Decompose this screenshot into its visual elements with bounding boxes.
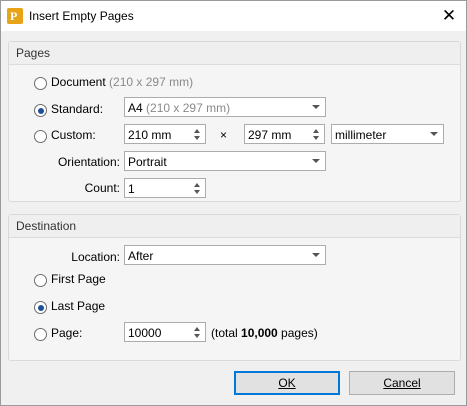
unit-dropdown[interactable]: millimeter [331,124,444,144]
pages-panel: Pages Document (210 x 297 mm) Standard: … [8,41,461,202]
last-page-label[interactable]: Last Page [51,299,105,313]
pages-heading: Pages [9,42,460,65]
custom-width-stepper[interactable]: 210 mm [124,124,206,144]
page-radio[interactable] [34,328,47,341]
page-label[interactable]: Page: [51,326,82,340]
count-value: 1 [128,182,135,196]
first-page-radio[interactable] [34,274,47,287]
chevron-down-icon [312,105,320,109]
standard-size-hint: (210 x 297 mm) [146,101,231,115]
chevron-down-icon [312,253,320,257]
location-label: Location: [71,250,120,264]
chevron-down-icon [312,159,320,163]
standard-size-dropdown[interactable]: A4 (210 x 297 mm) [124,97,326,117]
standard-label[interactable]: Standard: [51,102,103,116]
spin-up-icon[interactable] [313,129,319,133]
custom-radio[interactable] [34,130,47,143]
document-option[interactable]: Document (210 x 297 mm) [51,75,193,89]
spin-up-icon[interactable] [194,129,200,133]
total-pages-text: (total 10,000 pages) [211,326,318,340]
last-page-radio[interactable] [34,301,47,314]
orientation-dropdown[interactable]: Portrait [124,151,326,171]
spin-down-icon[interactable] [194,136,200,140]
custom-height-stepper[interactable]: 297 mm [244,124,325,144]
insert-empty-pages-dialog: P Insert Empty Pages ✕ Pages Document (2… [0,0,467,406]
title-bar: P Insert Empty Pages ✕ [1,1,466,31]
app-logo-icon: P [7,8,23,24]
spin-down-icon[interactable] [194,190,200,194]
spin-down-icon[interactable] [313,136,319,140]
document-size-hint: (210 x 297 mm) [109,75,194,89]
custom-height-value: 297 mm [248,128,292,142]
destination-panel: Destination Location: After First Page L… [8,214,461,361]
custom-width-value: 210 mm [128,128,172,142]
standard-radio[interactable] [34,104,47,117]
close-icon[interactable]: ✕ [437,4,461,28]
count-stepper[interactable]: 1 [124,178,206,198]
spin-down-icon[interactable] [194,334,200,338]
page-number-stepper[interactable]: 10000 [124,322,206,342]
times-sign: × [220,128,228,142]
page-number-value: 10000 [128,326,162,340]
location-value: After [128,249,154,263]
unit-value: millimeter [335,128,387,142]
count-label: Count: [84,181,120,195]
orientation-label: Orientation: [57,155,120,169]
first-page-label[interactable]: First Page [51,272,106,286]
cancel-button[interactable]: Cancel [349,371,455,395]
document-radio[interactable] [34,77,47,90]
ok-button[interactable]: OK [234,371,340,395]
spin-up-icon[interactable] [194,183,200,187]
chevron-down-icon [430,132,438,136]
spin-up-icon[interactable] [194,327,200,331]
orientation-value: Portrait [128,155,167,169]
location-dropdown[interactable]: After [124,245,326,265]
destination-heading: Destination [9,215,460,238]
standard-size-value: A4 [128,101,143,115]
window-title: Insert Empty Pages [29,9,134,23]
total-pages-count: 10,000 [241,326,278,340]
custom-label[interactable]: Custom: [51,128,96,142]
